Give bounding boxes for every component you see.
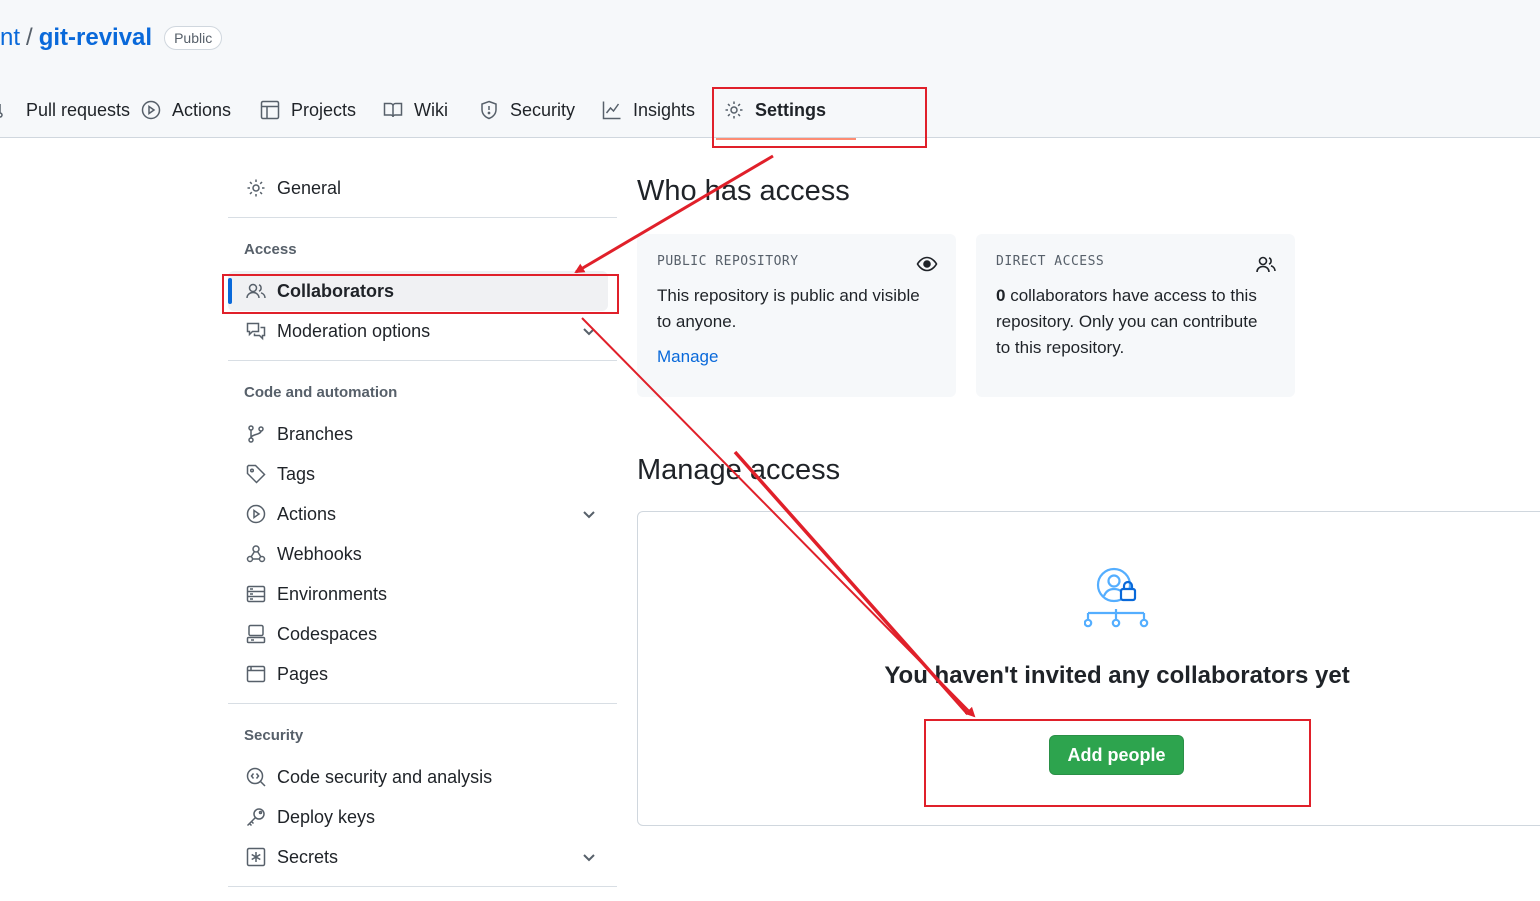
card-text: This repository is public and visible to… bbox=[657, 286, 920, 331]
tab-projects[interactable]: Projects bbox=[260, 90, 383, 130]
webhook-icon bbox=[246, 545, 266, 563]
tab-label: Security bbox=[510, 99, 576, 120]
shield-icon bbox=[481, 100, 497, 120]
sidebar-heading-code: Code and automation bbox=[244, 383, 398, 401]
sidebar-item-deploy-keys[interactable]: Deploy keys bbox=[228, 797, 617, 837]
chevron-down-icon bbox=[583, 854, 595, 862]
settings-tab-highlight bbox=[712, 87, 927, 148]
sidebar-divider bbox=[228, 703, 617, 704]
card-text: 0 collaborators have access to this repo… bbox=[996, 283, 1275, 361]
play-icon bbox=[246, 504, 266, 524]
key-icon bbox=[246, 808, 265, 827]
sidebar-item-label: Actions bbox=[277, 503, 337, 524]
sidebar-item-label: Environments bbox=[277, 583, 388, 604]
tab-actions[interactable]: Actions bbox=[141, 90, 260, 130]
sidebar-item-codespaces[interactable]: Codespaces bbox=[228, 614, 617, 654]
tab-wiki[interactable]: Wiki bbox=[383, 90, 479, 130]
sidebar-item-label: Codespaces bbox=[277, 623, 378, 644]
tab-insights[interactable]: Insights bbox=[602, 90, 724, 130]
eye-icon bbox=[916, 256, 938, 272]
sidebar-item-label: Code security and analysis bbox=[277, 766, 493, 787]
sidebar-item-webhooks[interactable]: Webhooks bbox=[228, 534, 617, 574]
tab-label: Wiki bbox=[414, 99, 448, 120]
book-icon bbox=[383, 102, 403, 118]
direct-access-card: DIRECT ACCESS 0 collaborators have acces… bbox=[976, 234, 1295, 397]
visibility-badge: Public bbox=[164, 26, 223, 50]
sidebar-divider bbox=[228, 886, 617, 887]
browser-icon bbox=[246, 665, 266, 683]
empty-state-message: You haven't invited any collaborators ye… bbox=[884, 662, 1350, 689]
access-summary-cards: PUBLIC REPOSITORY This repository is pub… bbox=[637, 234, 1295, 397]
collaborators-highlight bbox=[222, 274, 619, 314]
sidebar-item-label: Deploy keys bbox=[277, 806, 376, 827]
sidebar-item-label: Moderation options bbox=[277, 320, 431, 341]
gear-icon bbox=[247, 179, 265, 197]
tag-icon bbox=[246, 464, 266, 484]
tab-security[interactable]: Security bbox=[479, 90, 602, 130]
sidebar-divider bbox=[228, 360, 617, 361]
asterisk-icon bbox=[246, 847, 266, 867]
sidebar-heading-security: Security bbox=[244, 726, 304, 744]
tab-label: Actions bbox=[172, 99, 232, 120]
repo-title: nt / git-revival Public bbox=[0, 22, 223, 54]
add-people-highlight bbox=[924, 719, 1311, 807]
public-repository-card: PUBLIC REPOSITORY This repository is pub… bbox=[637, 234, 956, 397]
sidebar-divider bbox=[228, 217, 617, 218]
sidebar-item-label: Tags bbox=[277, 463, 316, 484]
sidebar-item-label: Secrets bbox=[277, 846, 339, 867]
codescan-icon bbox=[246, 767, 266, 787]
sidebar-item-label: Webhooks bbox=[277, 543, 362, 564]
card-text-body: collaborators have access to this reposi… bbox=[996, 286, 1258, 357]
pull-request-icon bbox=[0, 104, 3, 118]
sidebar-item-code-security[interactable]: Code security and analysis bbox=[228, 757, 617, 797]
sidebar-item-moderation[interactable]: Moderation options bbox=[228, 311, 617, 351]
sidebar-item-label: General bbox=[277, 177, 342, 198]
repo-owner-link[interactable]: nt bbox=[0, 24, 20, 52]
manage-access-heading: Manage access bbox=[637, 454, 841, 486]
sidebar-item-label: Pages bbox=[277, 663, 329, 684]
tab-label: Projects bbox=[291, 99, 357, 120]
card-title: DIRECT ACCESS bbox=[996, 254, 1105, 269]
repo-name-link[interactable]: git-revival bbox=[39, 24, 152, 52]
sidebar-item-label: Branches bbox=[277, 423, 354, 444]
comment-discussion-icon bbox=[246, 322, 266, 341]
sidebar-item-branches[interactable]: Branches bbox=[228, 414, 617, 454]
sidebar-item-tags[interactable]: Tags bbox=[228, 454, 617, 494]
people-lock-icon bbox=[1084, 567, 1149, 628]
server-icon bbox=[246, 585, 266, 603]
graph-icon bbox=[602, 101, 621, 120]
tab-label: Insights bbox=[633, 99, 696, 120]
sidebar-item-pages[interactable]: Pages bbox=[228, 654, 617, 694]
tab-pull-requests[interactable]: Pull requests bbox=[0, 90, 141, 130]
play-icon bbox=[141, 100, 161, 120]
sidebar-heading-access: Access bbox=[244, 240, 297, 258]
repo-separator: / bbox=[26, 24, 33, 51]
codespaces-icon bbox=[246, 624, 266, 644]
sidebar-item-actions[interactable]: Actions bbox=[228, 494, 617, 534]
chevron-down-icon bbox=[583, 511, 595, 519]
sidebar-item-general[interactable]: General bbox=[228, 168, 617, 208]
table-icon bbox=[260, 100, 280, 120]
manage-visibility-link[interactable]: Manage bbox=[657, 347, 718, 367]
sidebar-item-environments[interactable]: Environments bbox=[228, 574, 617, 614]
card-title: PUBLIC REPOSITORY bbox=[657, 254, 799, 269]
chevron-down-icon bbox=[583, 328, 595, 336]
tab-label: Pull requests bbox=[26, 99, 131, 120]
people-icon bbox=[1256, 256, 1276, 273]
sidebar-item-secrets[interactable]: Secrets bbox=[228, 837, 617, 877]
page-title: Who has access bbox=[637, 175, 850, 207]
git-branch-icon bbox=[248, 425, 264, 443]
